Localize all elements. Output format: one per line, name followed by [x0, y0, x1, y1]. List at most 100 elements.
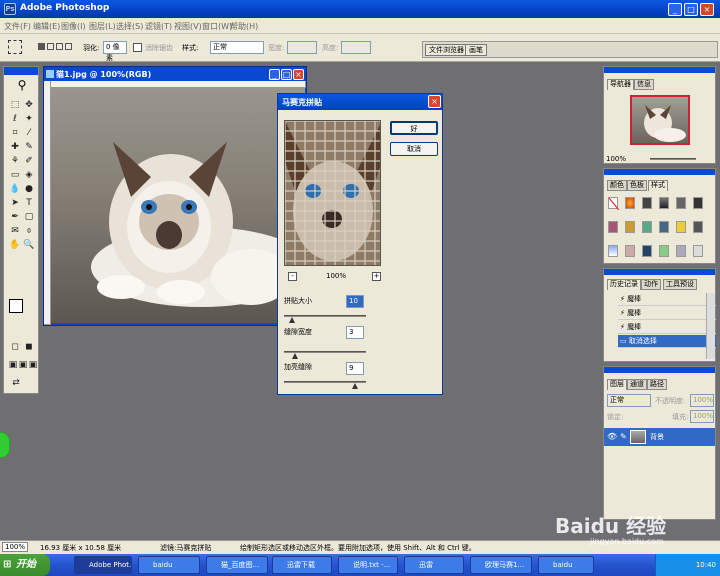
style-swatch-12[interactable]	[608, 245, 618, 257]
width-input[interactable]	[287, 41, 317, 54]
tab-history[interactable]: 历史记录	[607, 279, 641, 290]
filter-preview[interactable]	[284, 120, 381, 266]
tab-file-browser[interactable]: 文件浏览器	[425, 44, 468, 56]
style-swatch-14[interactable]	[642, 245, 652, 257]
swatches-panel-header[interactable]	[604, 169, 715, 175]
intersect-selection-icon[interactable]	[65, 43, 72, 50]
blend-mode-select[interactable]: 正常	[607, 394, 651, 407]
zoom-icon[interactable]: 🔍	[23, 239, 35, 251]
ok-button[interactable]: 好	[390, 121, 438, 135]
subtract-selection-icon[interactable]	[56, 43, 63, 50]
fill-input[interactable]: 100%	[690, 410, 714, 423]
zoom-out-button[interactable]: -	[288, 272, 297, 281]
style-swatch-8[interactable]	[642, 221, 652, 233]
tile-size-thumb[interactable]	[289, 317, 295, 323]
style-swatch-11[interactable]	[693, 221, 703, 233]
task-xunlei[interactable]: 迅雷	[404, 556, 464, 574]
style-swatch-16[interactable]	[676, 245, 686, 257]
menu-window[interactable]: 窗口(W)	[202, 21, 232, 32]
style-swatch-7[interactable]	[625, 221, 635, 233]
shape-icon[interactable]: ▢	[23, 211, 35, 223]
tab-brushes[interactable]: 画笔	[465, 44, 487, 56]
marquee-tool-icon[interactable]	[8, 40, 22, 54]
menu-layer[interactable]: 图层(L)	[89, 21, 116, 32]
clock[interactable]: 10:40	[696, 561, 716, 569]
lasso-icon[interactable]: ℓ	[9, 113, 21, 125]
style-swatch-4[interactable]	[676, 197, 686, 209]
new-selection-icon[interactable]	[38, 43, 45, 50]
tab-color[interactable]: 颜色	[607, 180, 627, 191]
style-swatch-13[interactable]	[625, 245, 635, 257]
task-xunlei-download[interactable]: 迅雷下载	[272, 556, 332, 574]
style-swatch-6[interactable]	[608, 221, 618, 233]
doc-close-button[interactable]: ×	[293, 69, 304, 80]
hand-icon[interactable]: ✋	[9, 239, 21, 251]
grout-width-input[interactable]: 3	[346, 326, 364, 339]
dodge-icon[interactable]: ●	[23, 183, 35, 195]
menu-help[interactable]: 帮助(H)	[230, 21, 258, 32]
style-swatch-2[interactable]	[642, 197, 652, 209]
layer-row-background[interactable]: 👁 ✎ 背景	[604, 428, 715, 446]
pen-icon[interactable]: ✒	[9, 211, 21, 223]
marquee-icon[interactable]: ⬚	[9, 99, 21, 111]
add-selection-icon[interactable]	[47, 43, 54, 50]
navigator-zoom-slider[interactable]	[650, 158, 696, 160]
slice-icon[interactable]: ⁄	[23, 127, 35, 139]
minimize-button[interactable]: _	[668, 3, 682, 16]
history-brush-icon[interactable]: ✐	[23, 155, 35, 167]
type-icon[interactable]: T	[23, 197, 35, 209]
crop-icon[interactable]: ⌗	[9, 127, 21, 139]
menu-image[interactable]: 图像(I)	[61, 21, 86, 32]
dialog-close-button[interactable]: ×	[428, 95, 441, 108]
doc-minimize-button[interactable]: _	[269, 69, 280, 80]
task-baidu-image[interactable]: 猫_百度图...	[206, 556, 268, 574]
stamp-icon[interactable]: ⚘	[9, 155, 21, 167]
status-zoom[interactable]: 100%	[2, 542, 29, 552]
zoom-in-button[interactable]: +	[372, 272, 381, 281]
tab-channels[interactable]: 通道	[627, 379, 647, 390]
navigator-panel-header[interactable]	[604, 67, 715, 73]
task-mosaic[interactable]: 欧理马赛1...	[470, 556, 532, 574]
quickmask-mode-icon[interactable]: ◼	[23, 341, 35, 353]
style-swatch-15[interactable]	[659, 245, 669, 257]
tab-tool-presets[interactable]: 工具预设	[663, 279, 697, 290]
tab-swatches[interactable]: 色板	[627, 180, 647, 191]
lighten-grout-input[interactable]: 9	[346, 362, 364, 375]
tab-styles[interactable]: 样式	[648, 180, 668, 191]
navigator-thumbnail[interactable]	[630, 95, 690, 145]
tab-navigator[interactable]: 导航器	[607, 79, 634, 90]
history-item[interactable]: ⚡ 魔棒	[618, 321, 716, 334]
move-icon[interactable]: ✥	[23, 99, 35, 111]
tile-size-slider[interactable]	[284, 315, 366, 317]
document-canvas[interactable]	[51, 87, 305, 323]
style-swatch-10[interactable]	[676, 221, 686, 233]
menu-file[interactable]: 文件(F)	[4, 21, 31, 32]
style-swatch-9[interactable]	[659, 221, 669, 233]
antialias-checkbox[interactable]	[133, 43, 142, 52]
doc-maximize-button[interactable]: □	[281, 69, 292, 80]
jump-to-imageready-icon[interactable]: ⇄	[10, 377, 22, 389]
history-item[interactable]: ⚡ 魔棒	[618, 293, 716, 306]
task-baidu-2[interactable]: baidu	[538, 556, 594, 574]
tab-layers[interactable]: 图层	[607, 379, 627, 390]
start-button[interactable]: ⊞ 开始	[0, 554, 50, 576]
task-notes-txt[interactable]: 说明.txt -...	[338, 556, 398, 574]
history-panel-header[interactable]	[604, 269, 715, 275]
close-button[interactable]: ×	[700, 3, 714, 16]
eyedropper-icon[interactable]: ⌽	[23, 225, 35, 237]
notes-icon[interactable]: ✉	[9, 225, 21, 237]
eraser-icon[interactable]: ▭	[9, 169, 21, 181]
style-swatch-1[interactable]	[625, 197, 635, 209]
magic-wand-icon[interactable]: ✦	[23, 113, 35, 125]
style-swatch-17[interactable]	[693, 245, 703, 257]
history-scrollbar[interactable]	[706, 293, 715, 359]
history-item[interactable]: ⚡ 魔棒	[618, 307, 716, 320]
height-input[interactable]	[341, 41, 371, 54]
lighten-grout-thumb[interactable]	[352, 383, 358, 389]
layers-panel-header[interactable]	[604, 367, 715, 373]
brush-icon[interactable]: ✎	[23, 141, 35, 153]
tab-paths[interactable]: 路径	[647, 379, 667, 390]
grout-width-thumb[interactable]	[292, 353, 298, 359]
screen-mode-full-icon[interactable]: ▣	[27, 359, 39, 371]
eye-visibility-icon[interactable]: 👁	[607, 432, 617, 441]
